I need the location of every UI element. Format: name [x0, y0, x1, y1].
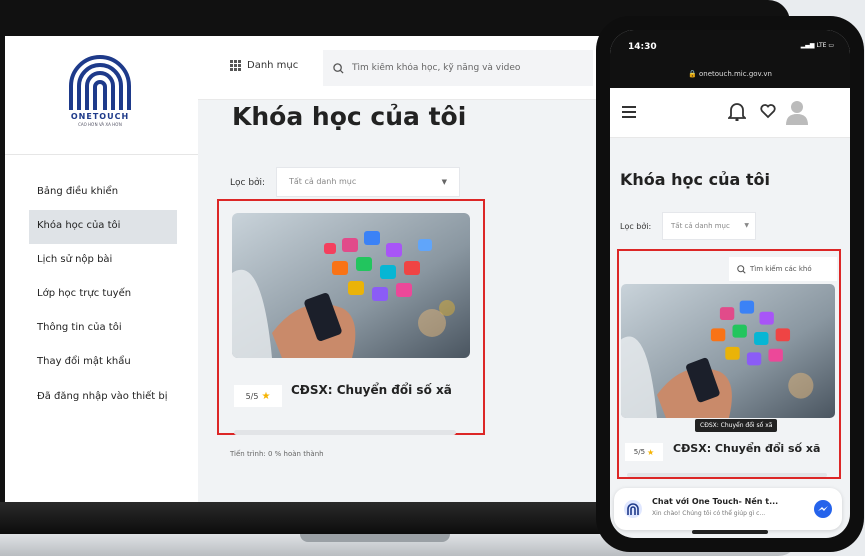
messenger-icon[interactable]	[814, 500, 832, 518]
digital-apps-image-icon	[621, 284, 835, 418]
sidebar-item-label: Bảng điều khiển	[37, 186, 119, 197]
phone-filter-label: Lọc bởi:	[620, 222, 652, 231]
search-icon	[333, 62, 344, 74]
filter-value: Tất cả danh mục	[289, 177, 357, 186]
sidebar-item-change-password[interactable]: Thay đổi mật khẩu	[29, 346, 177, 380]
phone-course-search[interactable]: Tìm kiếm các khó	[729, 257, 837, 281]
status-indicators: ▂▄▆ LTE ▭	[800, 42, 834, 49]
grid-icon	[230, 60, 241, 71]
category-button[interactable]: Danh mục	[230, 60, 298, 71]
phone-progress-bar	[627, 473, 827, 477]
sidebar-item-my-courses[interactable]: Khóa học của tôi	[29, 210, 177, 244]
star-icon: ★	[647, 447, 655, 457]
course-image[interactable]	[232, 213, 470, 358]
caret-down-icon: ▼	[744, 222, 749, 229]
sidebar-item-my-info[interactable]: Thông tin của tôi	[29, 312, 177, 346]
phone-filter-value: Tất cả danh mục	[671, 222, 730, 230]
heart-icon[interactable]	[760, 103, 776, 119]
search-box[interactable]	[323, 50, 593, 86]
progress-bar	[234, 430, 456, 435]
sidebar-item-label: Lớp học trực tuyến	[37, 288, 132, 299]
filter-label: Lọc bởi:	[230, 178, 266, 188]
phone-course-title[interactable]: CĐSX: Chuyển đổi số xã	[673, 442, 820, 455]
progress-text: Tiến trình: 0 % hoàn thành	[230, 450, 324, 458]
avatar-icon[interactable]	[786, 99, 808, 125]
sidebar-item-online-classes[interactable]: Lớp học trực tuyến	[29, 278, 177, 312]
logo[interactable]: ONETOUCH CAO HƠN VÀ XA HƠN	[55, 54, 145, 127]
search-icon	[737, 264, 746, 274]
logo-brand: ONETOUCH	[70, 112, 130, 121]
home-indicator	[692, 530, 768, 534]
sidebar-item-label: Đã đăng nhập vào thiết bị	[37, 391, 168, 402]
onetouch-logo-icon	[69, 55, 131, 110]
caret-down-icon: ▼	[441, 178, 447, 186]
browser-url[interactable]: 🔒 onetouch.mic.gov.vn	[610, 70, 850, 78]
phone-screen: 14:30 ▂▄▆ LTE ▭ 🔒 onetouch.mic.gov.vn Kh…	[610, 30, 850, 538]
course-card[interactable]: 5/5 ★ CĐSX: Chuyển đổi số xã	[217, 199, 485, 435]
rating-value: 5/5	[633, 448, 646, 456]
phone-status-bar: 14:30 ▂▄▆ LTE ▭ 🔒 onetouch.mic.gov.vn	[610, 30, 850, 88]
sidebar-item-label: Thông tin của tôi	[37, 322, 122, 333]
sidebar-item-label: Lịch sử nộp bài	[37, 254, 113, 265]
sidebar-item-label: Khóa học của tôi	[37, 220, 121, 231]
hamburger-menu-icon[interactable]	[622, 106, 636, 121]
phone-filter-select[interactable]: Tất cả danh mục ▼	[662, 212, 756, 240]
phone-course-card[interactable]: Tìm kiếm các khó CĐSX: Chuyển đổi số xã …	[617, 249, 841, 479]
course-title-tooltip: CĐSX: Chuyển đổi số xã	[695, 419, 778, 432]
phone-page-title: Khóa học của tôi	[620, 170, 770, 189]
sidebar-item-dashboard[interactable]: Bảng điều khiển	[29, 176, 177, 210]
sidebar-item-submission-history[interactable]: Lịch sử nộp bài	[29, 244, 177, 278]
search-input[interactable]	[352, 63, 572, 73]
phone-header	[610, 88, 850, 138]
phone-frame: 14:30 ▂▄▆ LTE ▭ 🔒 onetouch.mic.gov.vn Kh…	[596, 16, 864, 552]
rating-badge: 5/5 ★	[234, 385, 282, 407]
star-icon: ★	[261, 390, 271, 402]
phone-search-placeholder: Tìm kiếm các khó	[750, 265, 812, 273]
chat-title: Chat với One Touch- Nền t...	[652, 497, 779, 506]
chat-subtitle: Xin chào! Chúng tôi có thể giúp gì c...	[652, 510, 766, 517]
digital-apps-image-icon	[232, 213, 470, 358]
status-time: 14:30	[628, 42, 657, 52]
phone-course-image[interactable]	[621, 284, 835, 418]
filter-select[interactable]: Tất cả danh mục ▼	[276, 167, 460, 197]
sidebar-item-label: Thay đổi mật khẩu	[37, 356, 131, 367]
logo-tagline: CAO HƠN VÀ XA HƠN	[78, 122, 122, 127]
chat-widget[interactable]: Chat với One Touch- Nền t... Xin chào! C…	[614, 488, 842, 530]
laptop-notch	[300, 534, 450, 542]
chat-avatar-icon	[624, 500, 642, 518]
phone-rating-badge: 5/5 ★	[625, 443, 663, 461]
rating-value: 5/5	[245, 391, 259, 401]
sidebar-item-logged-devices[interactable]: Đã đăng nhập vào thiết bị	[29, 380, 177, 414]
sidebar-divider	[5, 154, 198, 155]
course-title[interactable]: CĐSX: Chuyển đổi số xã	[291, 383, 452, 397]
page-title: Khóa học của tôi	[232, 102, 467, 131]
sidebar-menu: Bảng điều khiển Khóa học của tôi Lịch sử…	[29, 176, 177, 414]
category-label: Danh mục	[247, 60, 299, 71]
sidebar: ONETOUCH CAO HƠN VÀ XA HƠN Bảng điều khi…	[5, 36, 198, 502]
bell-icon[interactable]	[728, 101, 746, 121]
